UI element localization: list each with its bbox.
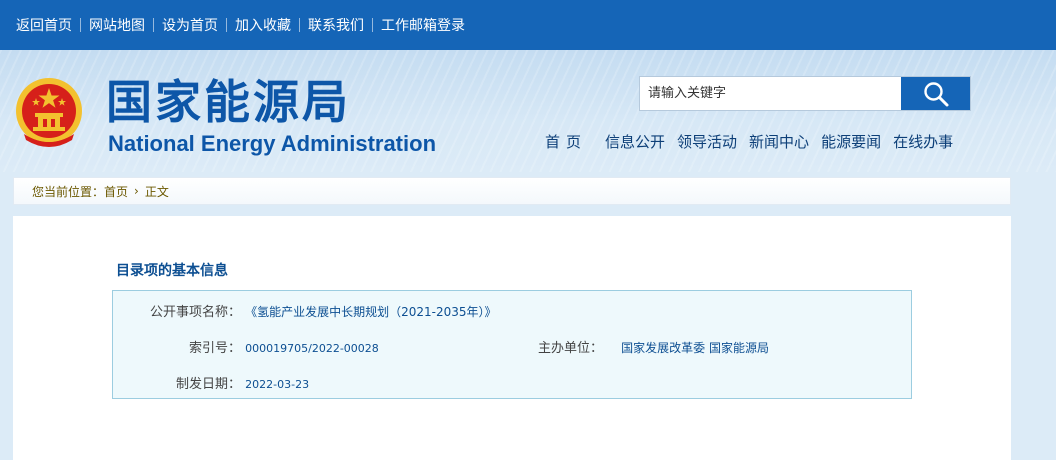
breadcrumb-current: 正文	[144, 184, 169, 199]
link-add-favorite[interactable]: 加入收藏	[235, 15, 291, 35]
nav-info-disclosure[interactable]: 信息公开	[605, 131, 665, 152]
search-box	[639, 76, 971, 111]
chevron-right-icon: ›	[134, 184, 139, 198]
info-value-name: 《氢能产业发展中长期规划（2021-2035年）》	[245, 305, 497, 319]
info-value-org: 国家发展改革委 国家能源局	[621, 341, 769, 355]
breadcrumb: 您当前位置： 首页 › 正文	[13, 177, 1011, 205]
section-title: 目录项的基本信息	[116, 263, 228, 279]
link-sitemap[interactable]: 网站地图	[89, 15, 145, 35]
content-panel: 目录项的基本信息 公开事项名称： 《氢能产业发展中长期规划（2021-2035年…	[13, 216, 1011, 460]
link-work-email[interactable]: 工作邮箱登录	[381, 15, 465, 35]
breadcrumb-home[interactable]: 首页	[104, 183, 128, 200]
info-label-org: 主办单位：	[537, 341, 603, 356]
divider	[372, 18, 373, 32]
nav-energy-news[interactable]: 能源要闻	[821, 131, 881, 152]
divider	[153, 18, 154, 32]
nav-news[interactable]: 新闻中心	[749, 131, 809, 152]
divider	[226, 18, 227, 32]
site-header: 国家能源局 National Energy Administration 首页 …	[0, 50, 1056, 172]
info-box: 公开事项名称： 《氢能产业发展中长期规划（2021-2035年）》 索引号： 0…	[112, 290, 912, 399]
site-title-cn: 国家能源局	[106, 75, 351, 129]
main-nav: 首页 信息公开 领导活动 新闻中心 能源要闻 在线办事	[545, 128, 965, 154]
info-row-name: 公开事项名称： 《氢能产业发展中长期规划（2021-2035年）》	[113, 301, 497, 320]
divider	[80, 18, 81, 32]
search-button[interactable]	[901, 77, 970, 110]
link-home[interactable]: 返回首页	[16, 15, 72, 35]
nav-online-service[interactable]: 在线办事	[893, 131, 953, 152]
nav-leadership[interactable]: 领导活动	[677, 131, 737, 152]
divider	[299, 18, 300, 32]
breadcrumb-prefix: 您当前位置：	[32, 184, 105, 199]
info-row-org: 主办单位： 国家发展改革委 国家能源局	[113, 337, 769, 356]
info-row-date: 制发日期： 2022-03-23	[113, 373, 309, 392]
search-icon	[923, 81, 948, 106]
search-input[interactable]	[640, 77, 901, 110]
top-link-bar: 返回首页 网站地图 设为首页 加入收藏 联系我们 工作邮箱登录	[0, 0, 1056, 50]
national-emblem-icon	[16, 78, 82, 147]
info-label-date: 制发日期：	[175, 377, 241, 392]
nav-home[interactable]: 首页	[545, 131, 587, 152]
site-title-en: National Energy Administration	[108, 131, 437, 156]
link-contact[interactable]: 联系我们	[308, 15, 364, 35]
link-set-homepage[interactable]: 设为首页	[162, 15, 218, 35]
info-value-date: 2022-03-23	[245, 378, 310, 391]
info-label-name: 公开事项名称：	[149, 305, 241, 320]
